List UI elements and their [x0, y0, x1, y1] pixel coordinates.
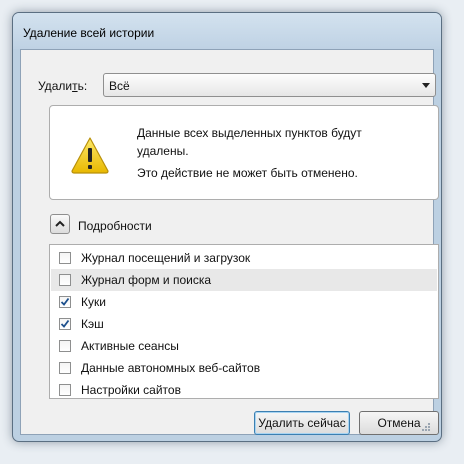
warning-triangle-icon: [71, 137, 109, 174]
window-title: Удаление всей истории: [23, 26, 155, 40]
list-item-offline-data[interactable]: Данные автономных веб-сайтов: [51, 357, 437, 379]
list-item-label: Журнал форм и поиска: [81, 273, 212, 287]
list-item-label: Настройки сайтов: [81, 383, 181, 397]
time-range-value: Всё: [109, 79, 130, 93]
history-items-list: Журнал посещений и загрузок Журнал форм …: [49, 244, 439, 399]
list-item-sessions[interactable]: Активные сеансы: [51, 335, 437, 357]
checkmark-icon: [60, 297, 70, 306]
checkbox[interactable]: [59, 274, 71, 286]
resize-grip-icon[interactable]: [420, 421, 430, 431]
chevron-up-icon: [55, 220, 65, 227]
list-item-forms[interactable]: Журнал форм и поиска: [51, 269, 437, 291]
list-item-label: Кэш: [81, 317, 104, 331]
checkmark-icon: [60, 319, 70, 328]
list-item-cache[interactable]: Кэш: [51, 313, 437, 335]
time-range-select[interactable]: Всё: [103, 73, 436, 97]
checkbox[interactable]: [59, 318, 71, 330]
title-bar[interactable]: Удаление всей истории: [13, 13, 441, 49]
warning-panel: Данные всех выделенных пунктов будут уда…: [49, 105, 439, 200]
dialog-content: Удалить: Всё Данные всех выделенных пунк…: [20, 49, 439, 435]
list-item-label: Куки: [81, 295, 106, 309]
list-item-label: Данные автономных веб-сайтов: [81, 361, 261, 375]
chevron-down-icon: [422, 83, 430, 88]
list-item-label: Журнал посещений и загрузок: [81, 251, 251, 265]
details-label: Подробности: [78, 219, 152, 233]
warning-irreversible-note: Это действие не может быть отменено.: [137, 166, 358, 180]
warning-message: Данные всех выделенных пунктов будут уда…: [137, 126, 362, 158]
list-item-site-settings[interactable]: Настройки сайтов: [51, 379, 437, 401]
checkbox[interactable]: [59, 362, 71, 374]
list-item-label: Активные сеансы: [81, 339, 179, 353]
checkbox[interactable]: [59, 384, 71, 396]
checkbox[interactable]: [59, 252, 71, 264]
details-toggle-button[interactable]: [50, 214, 70, 234]
list-item-history[interactable]: Журнал посещений и загрузок: [51, 247, 437, 269]
time-range-label: Удалить:: [38, 79, 88, 93]
checkbox[interactable]: [59, 296, 71, 308]
clear-now-button[interactable]: Удалить сейчас: [254, 411, 350, 435]
dialog-window: Удаление всей истории Удалить: Всё Данны…: [12, 12, 442, 442]
list-item-cookies[interactable]: Куки: [51, 291, 437, 313]
checkbox[interactable]: [59, 340, 71, 352]
